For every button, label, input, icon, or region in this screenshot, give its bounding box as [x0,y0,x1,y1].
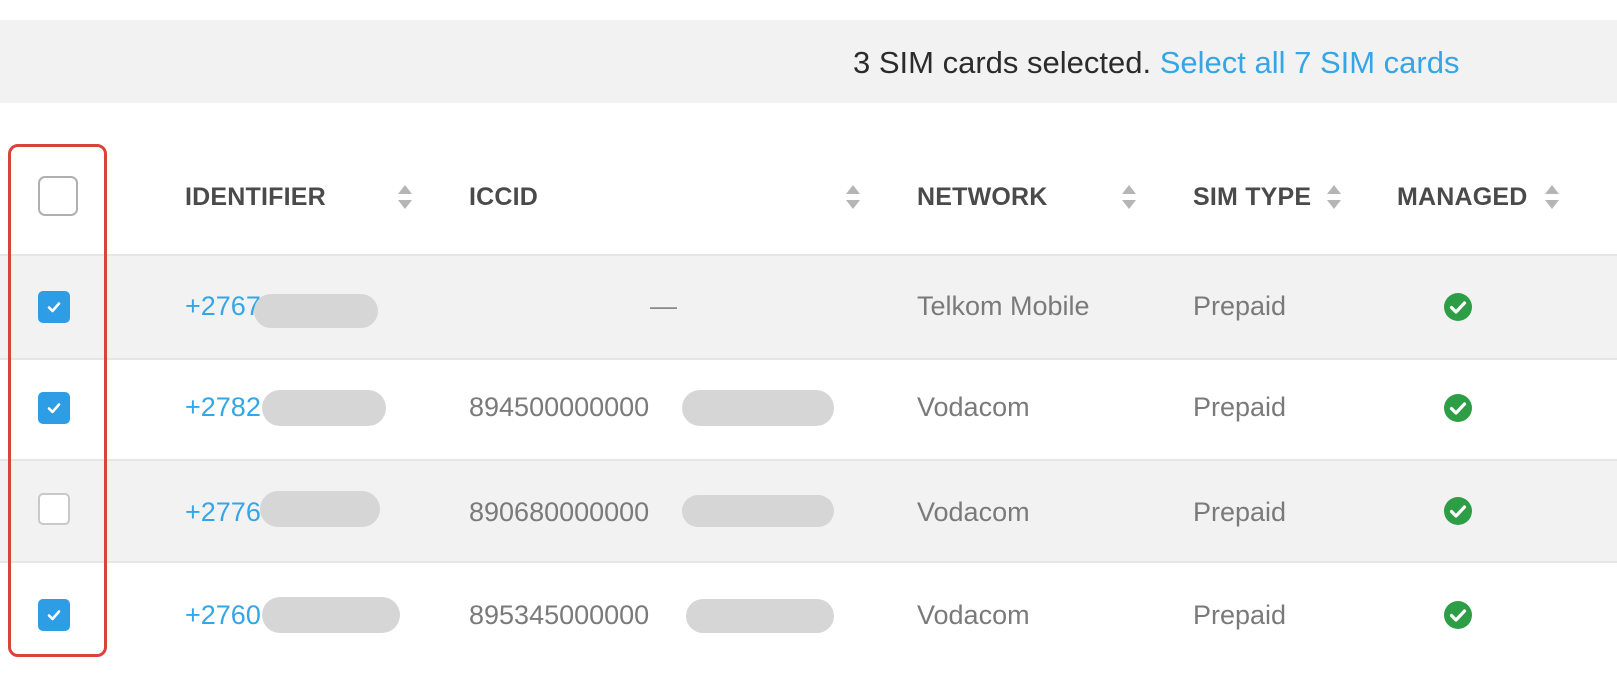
sort-arrows-icon[interactable] [396,181,414,213]
checkmark-icon [47,302,61,313]
network-cell: Vodacom [917,600,1030,630]
row-checkbox[interactable] [38,493,70,525]
redacted-blur [686,599,834,633]
row-checkbox[interactable] [38,291,70,323]
iccid-cell: — [650,291,677,321]
check-circle-icon [1443,600,1473,630]
identifier-link[interactable]: +2767 [185,289,261,323]
select-all-link[interactable]: Select all 7 SIM cards [1160,45,1460,80]
network-cell: Telkom Mobile [917,291,1090,321]
selection-summary: 3 SIM cards selected. Select all 7 SIM c… [853,44,1460,82]
column-header-iccid[interactable]: ICCID [469,181,538,213]
sort-arrows-icon[interactable] [1325,181,1343,213]
redacted-blur [254,294,378,328]
sim-type-cell: Prepaid [1193,497,1287,527]
select-all-checkbox[interactable] [38,176,78,216]
table-row[interactable]: +2782 894500000000 Vodacom Prepaid [0,360,1617,462]
column-header-sim-type[interactable]: SIM TYPE [1193,181,1311,213]
sort-arrows-icon[interactable] [1120,181,1138,213]
identifier-link[interactable]: +2782 [185,390,261,424]
iccid-cell: 890680000000 [469,497,650,527]
network-cell: Vodacom [917,392,1030,422]
check-circle-icon [1443,393,1473,423]
row-checkbox[interactable] [38,392,70,424]
redacted-blur [260,491,380,527]
check-circle-icon [1443,292,1473,322]
table-row[interactable]: +2760 895345000000 Vodacom Prepaid [0,563,1617,665]
checkmark-icon [47,403,61,414]
column-header-identifier[interactable]: IDENTIFIER [185,181,326,213]
identifier-link[interactable]: +2776 [185,495,261,529]
table-row[interactable]: +2776 890680000000 Vodacom Prepaid [0,461,1617,563]
sim-type-cell: Prepaid [1193,291,1287,321]
selected-count-text: 3 SIM cards selected. [853,45,1152,80]
column-header-managed[interactable]: MANAGED [1397,181,1528,213]
redacted-blur [262,597,400,633]
table-header: IDENTIFIER ICCID NETWORK SIM TYPE MANAGE… [0,137,1617,254]
identifier-link[interactable]: +2760 [185,598,261,632]
sim-type-cell: Prepaid [1193,392,1287,422]
check-circle-icon [1443,496,1473,526]
sort-arrows-icon[interactable] [844,181,862,213]
redacted-blur [262,390,386,426]
iccid-cell: 895345000000 [469,600,650,630]
iccid-cell: 894500000000 [469,392,650,422]
column-header-network[interactable]: NETWORK [917,181,1048,213]
table-row[interactable]: +2767 — Telkom Mobile Prepaid [0,256,1617,358]
redacted-blur [682,495,834,527]
redacted-blur [682,390,834,426]
sim-type-cell: Prepaid [1193,600,1287,630]
checkmark-icon [47,610,61,621]
sort-arrows-icon[interactable] [1543,181,1561,213]
network-cell: Vodacom [917,497,1030,527]
row-checkbox[interactable] [38,599,70,631]
